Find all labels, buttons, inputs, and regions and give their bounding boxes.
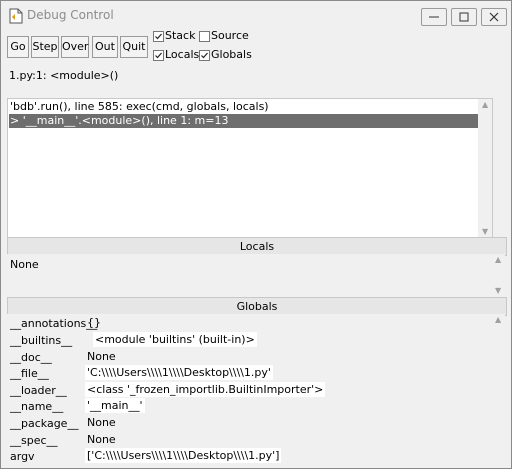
scroll-up-icon[interactable]: ▲ — [495, 315, 501, 324]
locals-checkbox[interactable] — [153, 50, 164, 61]
global-value: None — [87, 350, 116, 363]
scroll-up-icon[interactable]: ▲ — [495, 255, 501, 264]
global-name: __doc__ — [10, 351, 52, 364]
stack-frame-selected[interactable]: > '__main__'.<module>(), line 1: m=13 — [9, 114, 482, 128]
stack-frame[interactable]: 'bdb'.run(), line 585: exec(cmd, globals… — [10, 100, 269, 114]
stack-label: Stack — [165, 29, 196, 42]
maximize-icon — [459, 12, 469, 22]
globals-checkbox[interactable] — [199, 50, 210, 61]
globals-label: Globals — [211, 48, 252, 61]
global-name: __file__ — [10, 367, 49, 380]
maximize-button[interactable] — [451, 8, 477, 26]
close-button[interactable] — [481, 8, 507, 26]
global-value: ['C:\\\\Users\\\\1\\\\Desktop\\\\1.py'] — [85, 448, 282, 463]
check-icon — [155, 33, 162, 40]
locals-scrollbar[interactable]: ▲ ▼ — [491, 254, 505, 296]
stack-checkbox[interactable] — [153, 31, 164, 42]
global-value: '__main__' — [85, 398, 145, 413]
window-title: Debug Control — [27, 8, 114, 22]
global-value: <module 'builtins' (built-in)> — [93, 332, 257, 347]
scroll-up-icon[interactable]: ▲ — [482, 100, 488, 109]
globals-scrollbar[interactable]: ▲ — [491, 314, 505, 466]
stack-list[interactable]: 'bdb'.run(), line 585: exec(cmd, globals… — [7, 98, 493, 238]
global-value: None — [87, 416, 116, 429]
minimize-button[interactable] — [421, 8, 447, 26]
global-name: __builtins__ — [10, 334, 73, 347]
global-name: __package__ — [10, 417, 79, 430]
source-label: Source — [211, 29, 249, 42]
locals-panel: None ▲ ▼ — [7, 254, 505, 296]
check-icon — [201, 52, 208, 59]
close-icon — [489, 12, 499, 22]
source-checkbox[interactable] — [199, 31, 210, 42]
locals-value: None — [10, 258, 39, 271]
minimize-icon — [429, 16, 439, 18]
global-name: __spec__ — [10, 434, 58, 447]
global-value: None — [87, 433, 116, 446]
global-name: argv — [10, 450, 35, 463]
over-button[interactable]: Over — [61, 36, 89, 58]
step-button[interactable]: Step — [31, 36, 59, 58]
go-button[interactable]: Go — [7, 36, 29, 58]
scroll-down-icon[interactable]: ▼ — [482, 227, 488, 236]
idle-file-icon — [9, 8, 23, 24]
title-bar[interactable]: Debug Control — [1, 1, 511, 31]
scroll-down-icon[interactable]: ▼ — [495, 286, 501, 295]
current-location: 1.py:1: <module>() — [9, 69, 119, 82]
globals-panel: __annotations__ {} __builtins__ <module … — [7, 314, 505, 466]
global-value: 'C:\\\\Users\\\\1\\\\Desktop\\\\1.py' — [85, 365, 273, 380]
quit-button[interactable]: Quit — [120, 36, 148, 58]
debug-control-window: Debug Control Go Step Over Out Quit Stac… — [0, 0, 512, 469]
global-name: __name__ — [10, 400, 64, 413]
global-value: <class '_frozen_importlib.BuiltinImporte… — [85, 382, 326, 397]
locals-label: Locals — [165, 48, 200, 61]
check-icon — [155, 52, 162, 59]
out-button[interactable]: Out — [92, 36, 118, 58]
stack-scrollbar[interactable]: ▲ ▼ — [478, 99, 492, 237]
global-name: __loader__ — [10, 384, 67, 397]
global-value: {} — [87, 316, 101, 329]
